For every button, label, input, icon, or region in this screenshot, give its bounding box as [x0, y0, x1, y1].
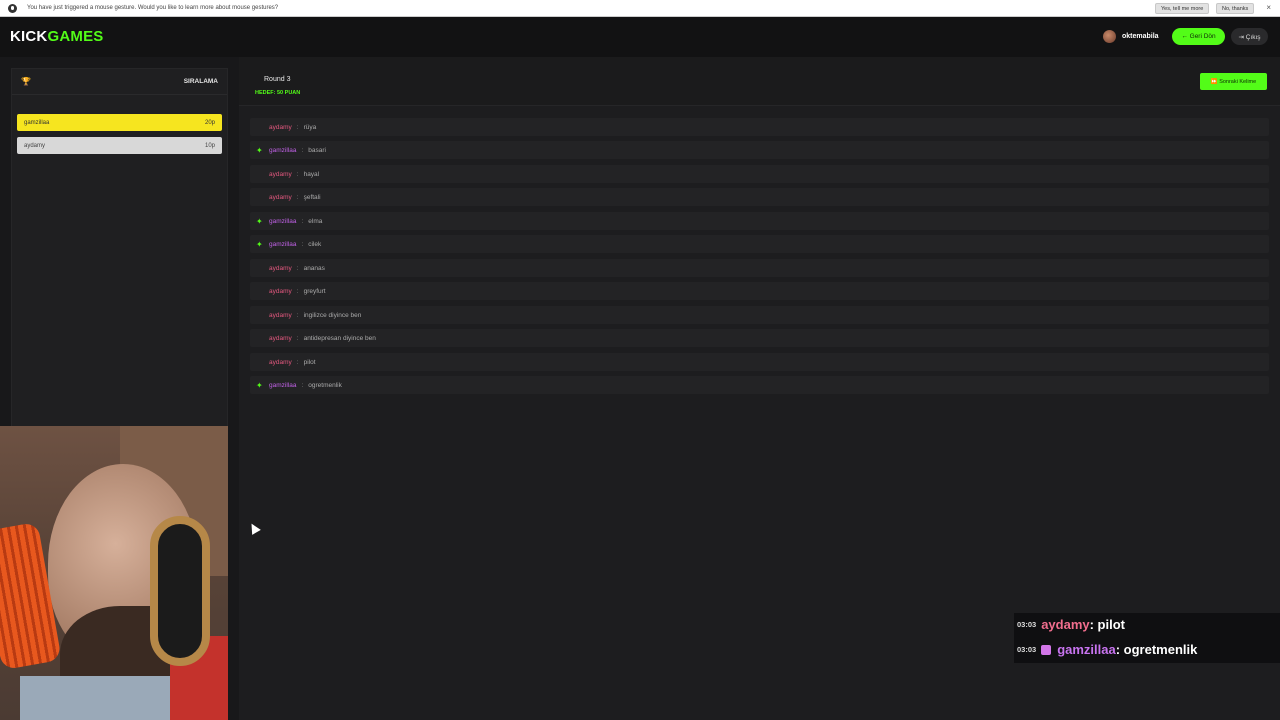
avatar	[1103, 30, 1116, 43]
chat-time: 03:03	[1017, 645, 1037, 654]
guess-user: aydamy	[269, 170, 292, 178]
guess-word: antidepresan diyince ben	[303, 334, 376, 342]
next-word-button[interactable]: ⏩ Sonraki Kelime	[1200, 73, 1267, 90]
guess-user: aydamy	[269, 123, 292, 131]
guess-row: ✦ gamzillaa: cilek	[250, 235, 1269, 253]
guess-row: ✦ gamzillaa: elma	[250, 212, 1269, 230]
notification-text: You have just triggered a mouse gesture.…	[27, 5, 279, 11]
webcam-overlay	[0, 426, 228, 720]
correct-icon: ✦	[256, 145, 263, 155]
guess-word: greyfurt	[303, 287, 326, 295]
guess-word: hayal	[303, 170, 320, 178]
guess-word: ingilizce diyince ben	[303, 311, 362, 319]
correct-icon: ✦	[256, 239, 263, 249]
chat-user: gamzillaa	[1057, 642, 1116, 657]
guess-user: gamzillaa	[269, 146, 297, 154]
correct-icon: ✦	[256, 380, 263, 390]
guess-user: aydamy	[269, 193, 292, 201]
guess-user: aydamy	[269, 358, 292, 366]
guess-word: rüya	[303, 123, 317, 131]
ranking-row-second: aydamy 10p	[17, 137, 222, 154]
guess-row: ✦ gamzillaa: ogretmenlik	[250, 376, 1269, 394]
round-bar: Round 3 HEDEF: 50 PUAN ⏩ Sonraki Kelime	[239, 57, 1280, 106]
guess-row: aydamy: ananas	[250, 259, 1269, 277]
guess-word: cilek	[308, 240, 322, 248]
username: oktemabila	[1122, 33, 1159, 40]
correct-icon: ✦	[256, 216, 263, 226]
guess-row: aydamy: pilot	[250, 353, 1269, 371]
ranking-row-first: gamzillaa 20p	[17, 114, 222, 131]
guess-row: aydamy: antidepresan diyince ben	[250, 329, 1269, 347]
ranking-panel: 🏆 SIRALAMA gamzillaa 20p aydamy 10p	[11, 68, 228, 479]
chat-time: 03:03	[1017, 620, 1037, 629]
exit-button[interactable]: ⇥ Çıkış	[1231, 28, 1268, 45]
chat-line: 03:03 gamzillaa : ogretmenlik	[1017, 642, 1197, 657]
guess-row: ✦ gamzillaa: basari	[250, 141, 1269, 159]
guess-row: aydamy: greyfurt	[250, 282, 1269, 300]
guess-user: gamzillaa	[269, 381, 297, 389]
guess-user: aydamy	[269, 287, 292, 295]
guess-user: aydamy	[269, 264, 292, 272]
guess-word: şeftali	[303, 193, 321, 201]
gesture-notification-bar: You have just triggered a mouse gesture.…	[0, 0, 1280, 17]
no-thanks-button[interactable]: No, thanks	[1216, 3, 1255, 14]
player-name: aydamy	[24, 142, 46, 149]
guess-row: aydamy: ingilizce diyince ben	[250, 306, 1269, 324]
guess-row: aydamy: şeftali	[250, 188, 1269, 206]
guess-user: aydamy	[269, 311, 292, 319]
top-header: KICKGAMES oktemabila ← Geri Dön ⇥ Çıkış	[0, 17, 1280, 57]
headphones	[150, 516, 210, 666]
guess-word: elma	[308, 217, 323, 225]
round-title: Round 3	[264, 76, 291, 83]
chat-overlay: 03:03 aydamy : pilot 03:03 gamzillaa : o…	[1014, 613, 1280, 663]
trophy-icon: 🏆	[21, 77, 31, 86]
user-profile[interactable]: oktemabila	[1103, 30, 1159, 43]
guess-word: pilot	[303, 358, 316, 366]
ranking-title: SIRALAMA	[183, 78, 218, 85]
chat-message: : ogretmenlik	[1115, 642, 1198, 657]
ranking-header: 🏆 SIRALAMA	[12, 69, 227, 95]
guess-user: aydamy	[269, 334, 292, 342]
guess-user: gamzillaa	[269, 240, 297, 248]
guess-word: basari	[308, 146, 326, 154]
player-score: 10p	[204, 142, 215, 149]
guess-word: ananas	[303, 264, 325, 272]
mouse-icon	[8, 3, 17, 13]
kickgames-logo[interactable]: KICKGAMES	[10, 28, 103, 45]
round-target: HEDEF: 50 PUAN	[255, 90, 301, 96]
chat-message: : pilot	[1089, 617, 1125, 632]
player-score: 20p	[204, 119, 215, 126]
back-button[interactable]: ← Geri Dön	[1172, 28, 1225, 45]
guess-row: aydamy: rüya	[250, 118, 1269, 136]
yes-tell-me-more-button[interactable]: Yes, tell me more	[1155, 3, 1210, 14]
guess-user: gamzillaa	[269, 217, 297, 225]
sub-badge-icon	[1041, 644, 1052, 655]
chat-user: aydamy	[1041, 617, 1090, 632]
guess-word: ogretmenlik	[308, 381, 342, 389]
chat-line: 03:03 aydamy : pilot	[1017, 617, 1125, 632]
guess-row: aydamy: hayal	[250, 165, 1269, 183]
player-name: gamzillaa	[24, 119, 50, 126]
close-icon[interactable]: ×	[1266, 3, 1271, 12]
